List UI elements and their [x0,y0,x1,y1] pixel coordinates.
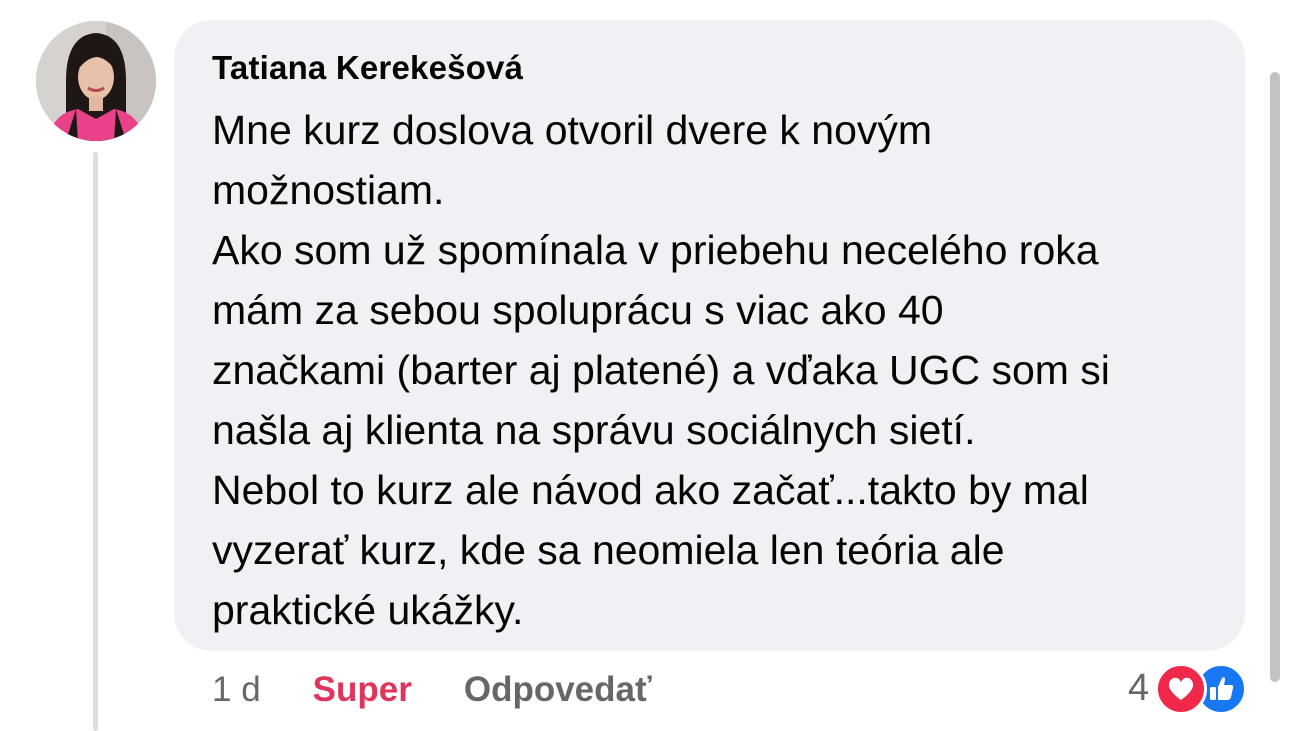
comment-line: značkami (barter aj platené) a vďaka UGC… [212,347,1110,393]
heart-icon [1155,663,1208,715]
scrollbar[interactable] [1270,72,1280,682]
comment-thread: Tatiana Kerekešová Mne kurz doslova otvo… [0,0,1290,731]
comment-line: Ako som už spomínala v priebehu necelého… [212,227,1099,273]
avatar[interactable] [36,21,156,141]
comment-author[interactable]: Tatiana Kerekešová [212,48,1215,88]
comment-line: Nebol to kurz ale návod ako začať...takt… [212,467,1089,513]
comment-actions: 1 d Super Odpovedať [212,666,652,714]
comment-bubble: Tatiana Kerekešová Mne kurz doslova otvo… [174,20,1245,651]
comment-line: praktické ukážky. [212,587,524,633]
comment-text: Mne kurz doslova otvoril dvere k novým m… [212,100,1215,640]
comment-line: možnostiam. [212,167,445,213]
comment-line: našla aj klienta na správu sociálnych si… [212,407,976,453]
comment-line: Mne kurz doslova otvoril dvere k novým [212,107,933,153]
reaction-icons [1155,663,1251,715]
thread-line [93,152,98,731]
reply-button[interactable]: Odpovedať [464,670,652,710]
reaction-summary[interactable]: 4 [1128,662,1251,715]
comment-line: mám za sebou spoluprácu s viac ako 40 [212,287,944,333]
reaction-count: 4 [1128,666,1150,709]
react-button[interactable]: Super [313,670,412,710]
comment-line: vyzerať kurz, kde sa neomiela len teória… [212,527,1005,573]
comment-timestamp[interactable]: 1 d [212,670,261,710]
